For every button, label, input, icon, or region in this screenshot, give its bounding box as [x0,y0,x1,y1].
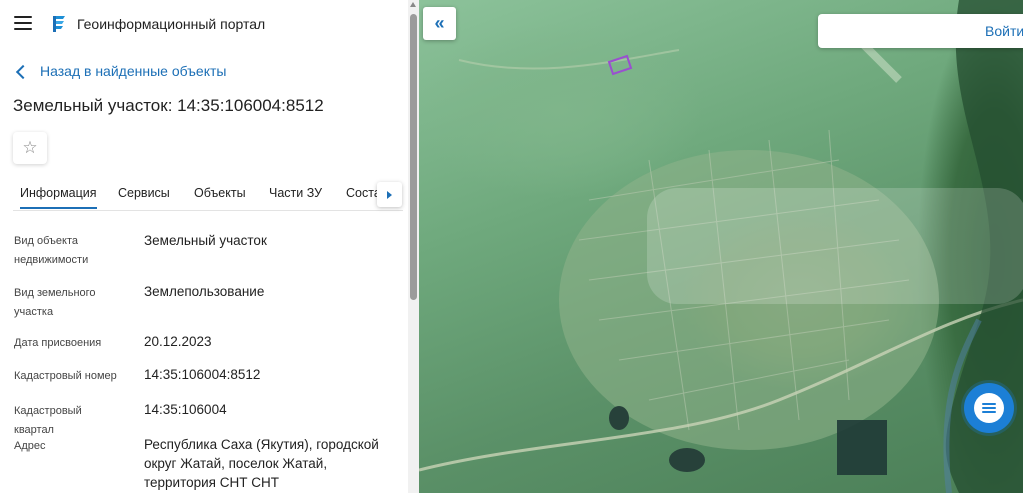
scroll-up-arrow-icon[interactable] [410,2,416,7]
satellite-map[interactable]: « Войти [419,0,1023,493]
back-link-label: Назад в найденные объекты [40,63,227,79]
tab-bar: Информация Сервисы Объекты Части ЗУ Сост… [13,178,403,211]
chevron-left-icon [15,64,31,79]
field-value-cadastral-quarter: 14:35:106004 [144,402,227,417]
tab-composition[interactable]: Соста [346,186,381,200]
panel-scrollbar[interactable] [408,0,419,493]
tab-land-parts[interactable]: Части ЗУ [269,186,322,200]
app-header: Геоинформационный портал [0,0,419,48]
field-label-cadastral-number: Кадастровый номер [14,370,117,382]
tab-information[interactable]: Информация [20,186,97,209]
portal-logo-icon [53,16,65,32]
star-outline-icon: ☆ [22,138,38,157]
object-title: Земельный участок: 14:35:106004:8512 [13,96,324,115]
back-to-results-link[interactable]: Назад в найденные объекты [15,63,227,79]
field-label-assigned-date: Дата присвоения [14,337,102,349]
login-button[interactable]: Войти [818,14,1023,48]
field-value-object-type: Земельный участок [144,233,267,248]
info-panel: Геоинформационный портал Назад в найденн… [0,0,419,493]
map-imagery [419,0,1023,493]
field-label-object-type: Вид объекта недвижимости [14,235,89,266]
hamburger-menu-icon[interactable] [14,16,32,30]
chat-button[interactable] [964,383,1014,433]
scrollbar-thumb[interactable] [410,14,417,300]
tab-objects[interactable]: Объекты [194,186,246,200]
field-value-assigned-date: 20.12.2023 [144,334,212,349]
tab-services[interactable]: Сервисы [118,186,170,200]
chat-bubble-icon [974,393,1004,423]
app-title: Геоинформационный портал [77,16,266,32]
favorite-button[interactable]: ☆ [13,132,47,164]
chevron-right-icon [387,190,392,199]
field-label-cadastral-quarter: Кадастровый квартал [14,405,82,436]
field-value-land-type: Землепользование [144,284,265,299]
double-chevron-left-icon: « [434,13,445,33]
field-label-land-type: Вид земельного участка [14,287,96,318]
collapse-panel-button[interactable]: « [423,7,456,40]
tabs-scroll-right-button[interactable] [377,182,402,207]
field-value-cadastral-number: 14:35:106004:8512 [144,367,261,382]
field-value-address: Республика Саха (Якутия), городской окру… [144,437,379,490]
field-label-address: Адрес [14,440,46,452]
